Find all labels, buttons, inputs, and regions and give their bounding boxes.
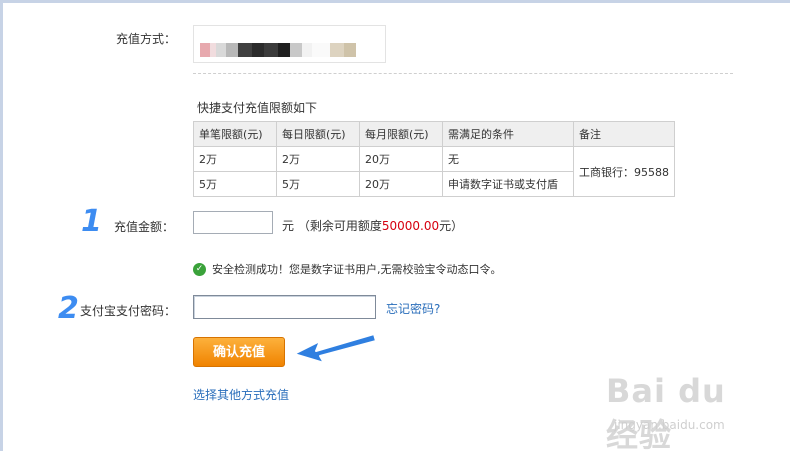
table-cell: 2万 bbox=[193, 146, 277, 172]
table-cell: 无 bbox=[442, 146, 574, 172]
table-cell: 申请数字证书或支付盾 bbox=[442, 171, 574, 197]
table-header: 需满足的条件 bbox=[442, 121, 574, 147]
table-cell: 5万 bbox=[193, 171, 277, 197]
limits-table: 单笔限额(元) 每日限额(元) 每月限额(元) 需满足的条件 备注 2万 2万 … bbox=[193, 121, 675, 197]
forgot-password-link[interactable]: 忘记密码? bbox=[386, 300, 440, 317]
table-header: 每月限额(元) bbox=[359, 121, 443, 147]
table-remark-cell: 工商银行：95588 bbox=[573, 146, 675, 197]
security-check-text: 安全检测成功！您是数字证书用户,无需校验宝令动态口令。 bbox=[212, 263, 502, 276]
confirm-recharge-button[interactable]: 确认充值 bbox=[193, 337, 285, 367]
limits-title: 快捷支付充值限额如下 bbox=[197, 101, 318, 115]
section-divider bbox=[193, 73, 733, 74]
security-check-message: ✓ 安全检测成功！您是数字证书用户,无需校验宝令动态口令。 bbox=[193, 261, 502, 277]
table-cell: 20万 bbox=[359, 146, 443, 172]
top-border bbox=[0, 0, 790, 3]
table-cell: 2万 bbox=[276, 146, 360, 172]
payment-method-selector[interactable] bbox=[193, 25, 386, 63]
password-label: 支付宝支付密码： bbox=[80, 304, 177, 318]
table-header: 每日限额(元) bbox=[276, 121, 360, 147]
other-method-link[interactable]: 选择其他方式充值 bbox=[193, 386, 289, 403]
amount-unit-prefix: 元 （剩余可用额度 bbox=[282, 219, 382, 233]
arrow-annotation-icon bbox=[293, 333, 377, 364]
remaining-amount: 50000.00 bbox=[381, 219, 440, 233]
step-number-2: 2 bbox=[58, 291, 79, 326]
amount-input[interactable] bbox=[193, 211, 273, 234]
step-number-1: 1 bbox=[81, 204, 102, 239]
bank-logo-pixelated bbox=[194, 43, 385, 57]
baidu-jingyan-watermark: Bai du 经验 jingyan.baidu.com bbox=[606, 372, 756, 454]
payment-method-label: 充值方式： bbox=[116, 32, 177, 46]
amount-unit-note: 元 （剩余可用额度50000.00元） bbox=[282, 217, 463, 234]
payment-password-input[interactable] bbox=[193, 295, 376, 319]
left-border bbox=[0, 0, 3, 451]
check-circle-icon: ✓ bbox=[193, 262, 206, 276]
table-cell: 20万 bbox=[359, 171, 443, 197]
watermark-url: jingyan.baidu.com bbox=[614, 418, 725, 432]
table-cell: 5万 bbox=[276, 171, 360, 197]
table-header: 单笔限额(元) bbox=[193, 121, 277, 147]
amount-unit-suffix: 元） bbox=[439, 219, 464, 233]
table-row: 2万 2万 20万 无 工商银行：95588 bbox=[193, 146, 675, 197]
watermark-logo-text: Bai du 经验 bbox=[606, 372, 726, 454]
table-header: 备注 bbox=[573, 121, 675, 147]
amount-label: 充值金额： bbox=[114, 220, 175, 234]
table-header-row: 单笔限额(元) 每日限额(元) 每月限额(元) 需满足的条件 备注 bbox=[193, 121, 675, 147]
